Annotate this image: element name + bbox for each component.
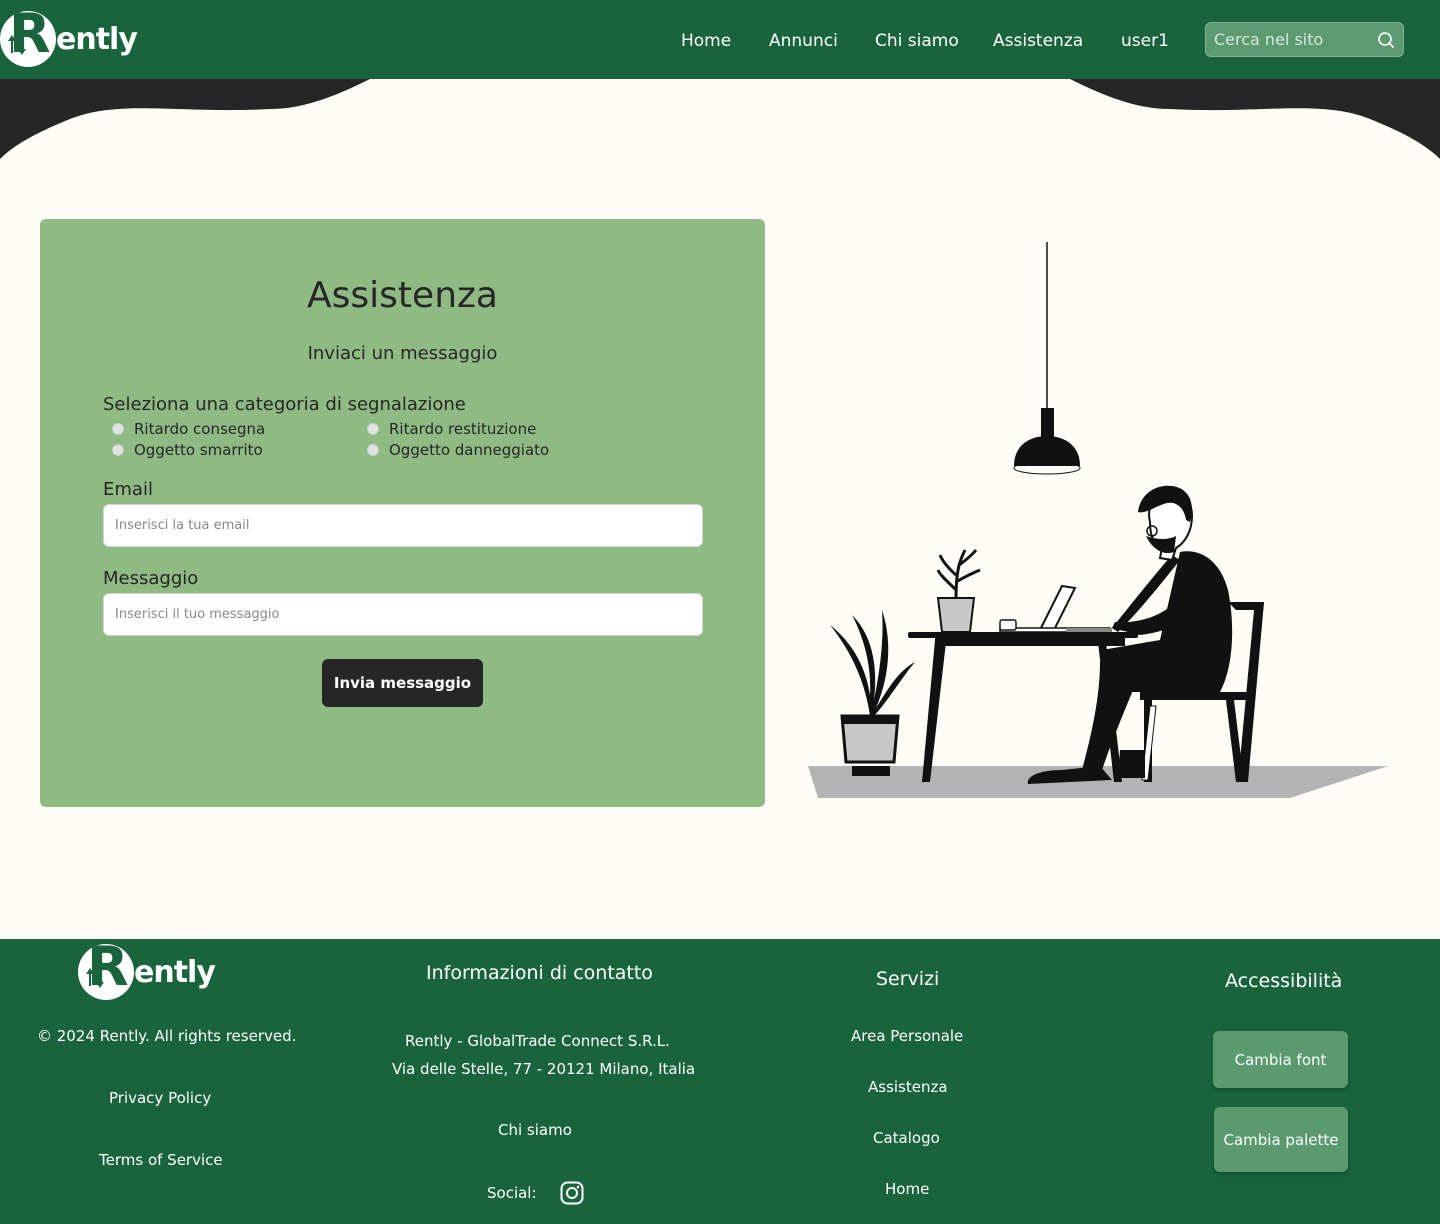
social-label: Social: [487,1184,537,1202]
top-navbar: R ently Home Annunci Chi siamo Assistenz… [0,0,1440,79]
search-icon[interactable] [1377,31,1395,49]
form-title: Assistenza [307,275,498,316]
nav-annunci[interactable]: Annunci [769,28,838,54]
email-field[interactable] [104,505,702,546]
radio-oggetto-smarrito[interactable]: Oggetto smarrito [112,441,263,459]
logo-arrows-icon [86,968,104,988]
header-wave-decoration [0,79,1440,159]
email-field-wrapper [103,504,703,547]
radio-dot[interactable] [367,444,379,456]
message-field[interactable] [104,594,702,635]
radio-label: Oggetto smarrito [134,441,263,459]
chi-siamo-link[interactable]: Chi siamo [498,1121,572,1139]
person-at-desk-illustration [808,242,1388,798]
service-home[interactable]: Home [885,1180,929,1198]
email-label: Email [103,479,153,500]
radio-dot[interactable] [112,423,124,435]
footer: R ently © 2024 Rently. All rights reserv… [0,939,1440,1224]
privacy-policy-link[interactable]: Privacy Policy [109,1089,211,1107]
logo-text: ently [134,954,216,990]
logo-mark: R [78,944,134,1000]
search-box [1205,22,1404,57]
radio-label: Ritardo consegna [134,420,266,438]
copyright: © 2024 Rently. All rights reserved. [37,1027,297,1045]
radio-ritardo-restituzione[interactable]: Ritardo restituzione [367,420,536,438]
radio-oggetto-danneggiato[interactable]: Oggetto danneggiato [367,441,549,459]
terms-of-service-link[interactable]: Terms of Service [99,1151,223,1169]
footer-logo[interactable]: R ently [78,944,216,1000]
radio-dot[interactable] [112,444,124,456]
radio-ritardo-consegna[interactable]: Ritardo consegna [112,420,265,438]
message-field-wrapper [103,593,703,636]
nav-assistenza[interactable]: Assistenza [993,28,1083,54]
search-input[interactable] [1206,23,1371,56]
category-label: Seleziona una categoria di segnalazione [103,394,466,415]
service-area-personale[interactable]: Area Personale [851,1027,963,1045]
nav-home[interactable]: Home [681,28,731,54]
service-assistenza[interactable]: Assistenza [868,1078,948,1096]
message-label: Messaggio [103,568,199,589]
nav-chi-siamo[interactable]: Chi siamo [875,28,959,54]
radio-label: Oggetto danneggiato [389,441,550,459]
company-name: Rently - GlobalTrade Connect S.R.L. [405,1032,670,1050]
instagram-icon[interactable] [560,1181,584,1205]
company-address: Via delle Stelle, 77 - 20121 Milano, Ita… [392,1060,696,1078]
service-catalogo[interactable]: Catalogo [873,1129,940,1147]
form-subtitle: Inviaci un messaggio [307,343,498,364]
contact-heading: Informazioni di contatto [426,962,653,984]
radio-dot[interactable] [367,423,379,435]
change-font-button[interactable]: Cambia font [1213,1031,1348,1088]
accessibility-heading: Accessibilità [1225,970,1343,992]
nav-user[interactable]: user1 [1121,28,1169,54]
services-heading: Servizi [876,968,940,990]
radio-label: Ritardo restituzione [389,420,537,438]
send-message-button[interactable]: Invia messaggio [322,659,483,707]
change-palette-button[interactable]: Cambia palette [1214,1107,1348,1172]
